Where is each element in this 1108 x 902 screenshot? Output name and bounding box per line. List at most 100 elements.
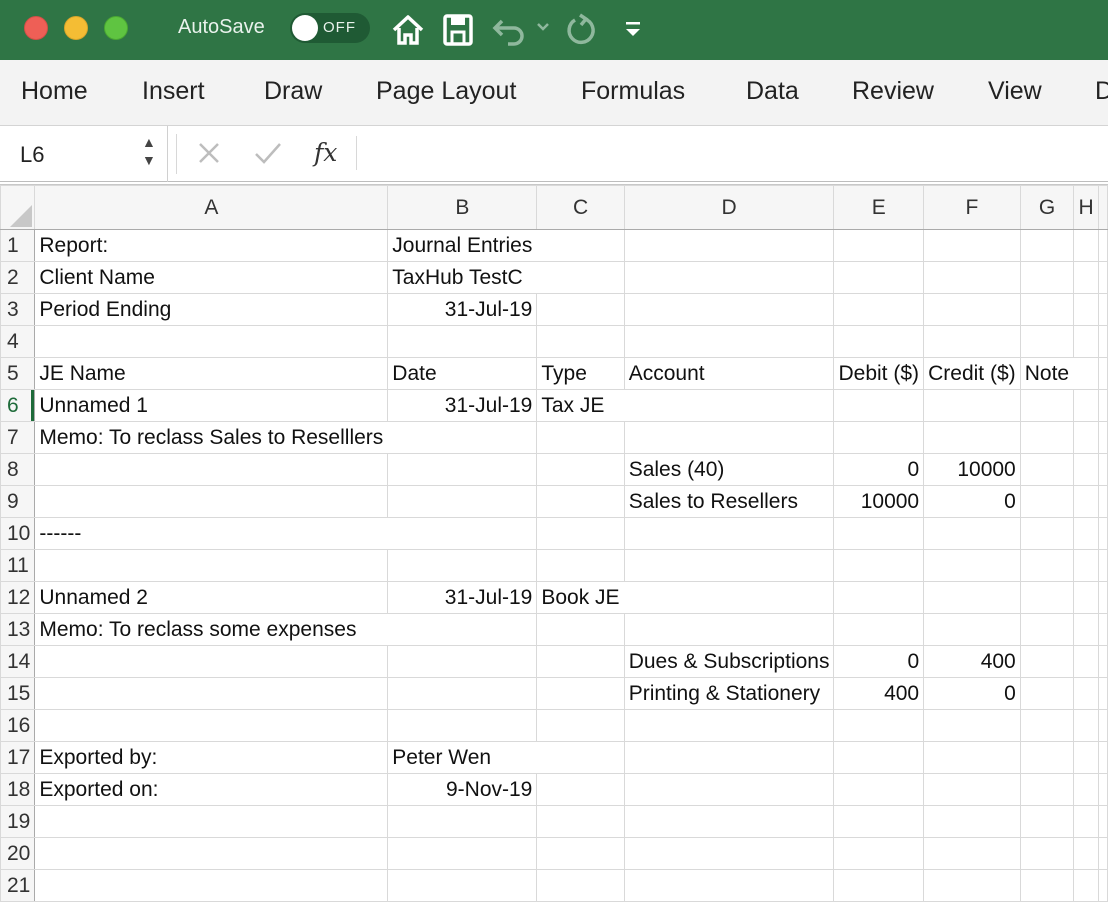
cell-c5[interactable]: Type (536, 357, 625, 390)
cell-e3[interactable] (833, 293, 925, 326)
row-header[interactable]: 5 (0, 357, 36, 390)
cell-g3[interactable] (1019, 293, 1075, 326)
cell-f3[interactable] (923, 293, 1021, 326)
cell-f21[interactable] (923, 869, 1021, 902)
cell-h3[interactable] (1073, 293, 1099, 326)
tab-review[interactable]: Review (852, 77, 934, 106)
cell-b10[interactable] (387, 517, 538, 550)
cell-c15[interactable] (536, 677, 625, 710)
cell-h11[interactable] (1073, 549, 1099, 582)
tab-insert[interactable]: Insert (142, 77, 205, 106)
undo-icon[interactable] (490, 12, 530, 53)
row-header[interactable]: 12 (0, 581, 36, 614)
cell-c3[interactable] (536, 293, 625, 326)
cell-f12[interactable] (923, 581, 1021, 614)
cell-partial[interactable] (1097, 293, 1108, 326)
cell-a18[interactable]: Exported on: (34, 773, 389, 806)
cell-b8[interactable] (387, 453, 538, 486)
cell-d12[interactable] (623, 581, 835, 614)
cell-c11[interactable] (536, 549, 625, 582)
cell-c6[interactable]: Tax JE (536, 389, 625, 422)
cell-a2[interactable]: Client Name (34, 261, 389, 294)
cell-b17[interactable]: Peter Wen (387, 741, 537, 774)
cell-a15[interactable] (34, 677, 389, 710)
cell-partial[interactable] (1097, 837, 1108, 870)
cell-b19[interactable] (387, 805, 538, 838)
cell-partial[interactable] (1097, 869, 1108, 902)
tab-view[interactable]: View (988, 77, 1042, 106)
cell-a20[interactable] (34, 837, 389, 870)
cell-partial[interactable] (1097, 357, 1108, 390)
cell-f19[interactable] (923, 805, 1021, 838)
cell-g15[interactable] (1019, 677, 1075, 710)
cell-c20[interactable] (536, 837, 625, 870)
cell-e5[interactable]: Debit ($) (833, 357, 925, 390)
cell-f4[interactable] (923, 325, 1021, 358)
cell-partial[interactable] (1097, 389, 1108, 422)
cell-a12[interactable]: Unnamed 2 (34, 581, 389, 614)
cell-d10[interactable] (623, 517, 835, 550)
cell-g17[interactable] (1019, 741, 1075, 774)
cell-a21[interactable] (34, 869, 389, 902)
cell-a17[interactable]: Exported by: (34, 741, 389, 774)
cell-b15[interactable] (387, 677, 538, 710)
column-header-a[interactable]: A (34, 185, 389, 230)
insert-function-icon[interactable]: fx (314, 138, 337, 167)
cell-b2[interactable]: TaxHub TestC (387, 261, 537, 294)
cell-d15[interactable]: Printing & Stationery (623, 677, 835, 710)
cell-a5[interactable]: JE Name (34, 357, 389, 390)
cell-partial[interactable] (1097, 677, 1108, 710)
cell-b18[interactable]: 9-Nov-19 (387, 773, 538, 806)
row-header[interactable]: 15 (0, 677, 36, 710)
cell-e14[interactable]: 0 (833, 645, 925, 678)
cell-d7[interactable] (623, 421, 835, 454)
cell-f5[interactable]: Credit ($) (923, 357, 1021, 390)
cell-g20[interactable] (1019, 837, 1075, 870)
cell-partial[interactable] (1097, 421, 1108, 454)
cell-a1[interactable]: Report: (34, 229, 389, 262)
cell-h5[interactable] (1073, 357, 1099, 390)
cell-h8[interactable] (1073, 453, 1099, 486)
cell-h18[interactable] (1073, 773, 1099, 806)
cell-h17[interactable] (1073, 741, 1099, 774)
cell-a14[interactable] (34, 645, 389, 678)
column-header-b[interactable]: B (387, 185, 538, 230)
cell-g16[interactable] (1019, 709, 1075, 742)
cell-d20[interactable] (623, 837, 835, 870)
row-header[interactable]: 10 (0, 517, 36, 550)
cell-partial[interactable] (1097, 581, 1108, 614)
cell-g18[interactable] (1019, 773, 1075, 806)
row-header[interactable]: 2 (0, 261, 36, 294)
cell-d8[interactable]: Sales (40) (623, 453, 835, 486)
cell-d9[interactable]: Sales to Resellers (623, 485, 835, 518)
row-header[interactable]: 21 (0, 869, 36, 902)
column-header-g[interactable]: G (1019, 185, 1075, 230)
cell-b21[interactable] (387, 869, 538, 902)
cancel-edit-icon[interactable] (194, 138, 224, 173)
cell-e12[interactable] (833, 581, 925, 614)
cell-d17[interactable] (623, 741, 835, 774)
cell-f10[interactable] (923, 517, 1021, 550)
cell-f9[interactable]: 0 (923, 485, 1021, 518)
cell-d16[interactable] (623, 709, 835, 742)
column-header-d[interactable]: D (623, 185, 835, 230)
cell-f11[interactable] (923, 549, 1021, 582)
cell-g5[interactable]: Note (1019, 357, 1074, 390)
cell-f8[interactable]: 10000 (923, 453, 1021, 486)
cell-partial[interactable] (1097, 709, 1108, 742)
row-header[interactable]: 3 (0, 293, 36, 326)
maximize-window-button[interactable] (104, 16, 128, 40)
cell-d19[interactable] (623, 805, 835, 838)
cell-partial[interactable] (1097, 453, 1108, 486)
tab-home[interactable]: Home (21, 77, 88, 106)
cell-b7[interactable] (387, 421, 538, 454)
cell-d14[interactable]: Dues & Subscriptions (623, 645, 835, 678)
tab-data[interactable]: Data (746, 77, 799, 106)
cell-a10[interactable]: ------ (34, 517, 388, 550)
cell-partial[interactable] (1097, 517, 1108, 550)
cell-e6[interactable] (833, 389, 925, 422)
cell-h2[interactable] (1073, 261, 1099, 294)
cell-c7[interactable] (536, 421, 625, 454)
cell-h15[interactable] (1073, 677, 1099, 710)
cell-d18[interactable] (623, 773, 835, 806)
